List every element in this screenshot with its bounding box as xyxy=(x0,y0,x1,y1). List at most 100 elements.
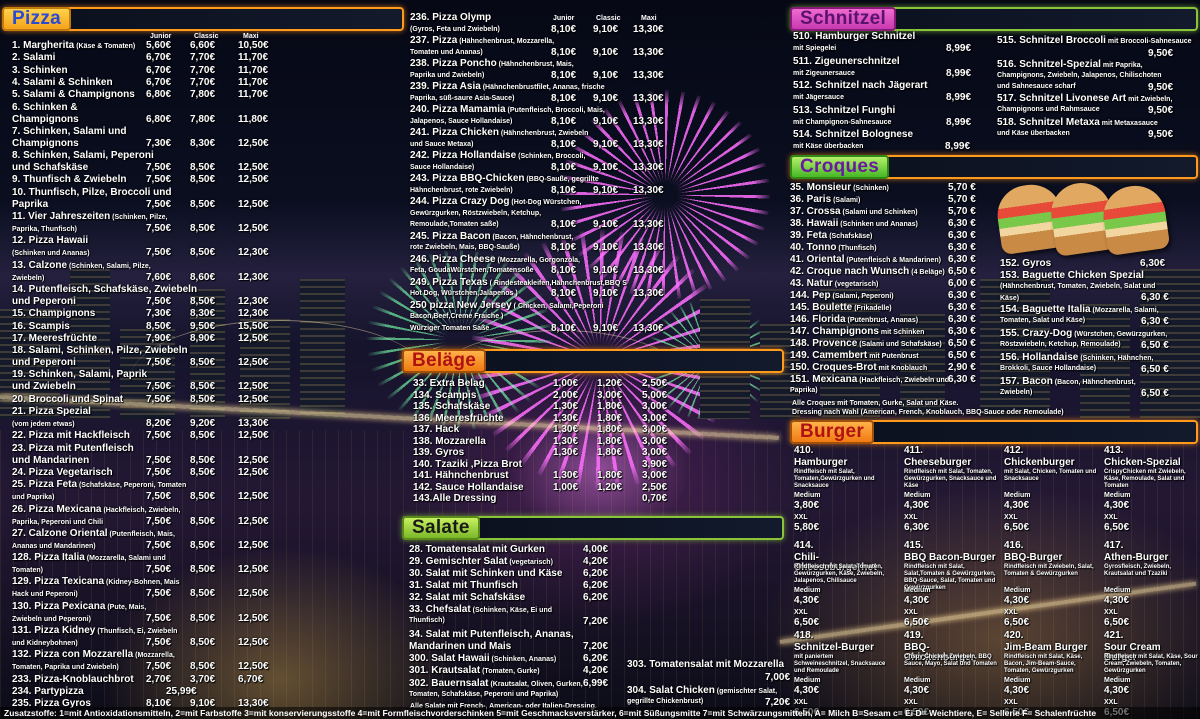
topping-name: 135. Schafskäse xyxy=(413,401,491,412)
price-junior: 7,50€ xyxy=(146,661,172,673)
menu-item-description: (Würstchen, Gewürzgurken, xyxy=(1072,331,1168,338)
price-maxi: 13,30€ xyxy=(633,161,664,173)
price-classic: 9,10€ xyxy=(593,242,619,253)
price-maxi: 12,50€ xyxy=(238,612,269,624)
price-junior: 8,10€ xyxy=(551,219,577,230)
price-maxi: 3,90€ xyxy=(642,458,668,470)
burger-name: Schnitzel-Burger xyxy=(794,642,875,653)
menu-item-name: 152. Gyros xyxy=(1000,258,1052,269)
size-header-junior: Junior xyxy=(150,33,172,40)
salad-price: 4,00€ xyxy=(583,544,609,555)
price-classic: 3,70€ xyxy=(190,673,216,685)
salad-price: 6,20€ xyxy=(583,653,609,664)
price-classic: 9,50€ xyxy=(190,320,216,332)
schnitzel-description: und Sahnesauce scharf xyxy=(997,83,1076,90)
size-label-xxl: XXL xyxy=(904,609,918,616)
burger-price-xxl: 6,50€ xyxy=(794,617,820,628)
topping-name: 137. Hack xyxy=(413,424,460,435)
menu-item-description: (Hähnchenbrust, Mozzarella, xyxy=(457,38,555,45)
burger-price-medium: 4,30€ xyxy=(1104,500,1130,511)
size-label-xxl: XXL xyxy=(794,609,808,616)
price-maxi: 13,30€ xyxy=(633,92,664,104)
menu-item-description: Hot Dog, Würstchen,Jalapenos ) xyxy=(410,290,518,297)
price-maxi: 12,50€ xyxy=(238,661,269,673)
price-junior: 2,00€ xyxy=(553,389,579,401)
menu-item-name: 17. Meeresfrüchte xyxy=(12,332,98,344)
schnitzel-price: 8,99€ xyxy=(946,116,972,128)
menu-item-description: Hähnchenbrust, rote Zwiebeln) xyxy=(410,186,513,194)
menu-item-name: 26. Pizza Mexicana (Hackfleisch, Zwiebel… xyxy=(12,503,181,515)
size-label-xxl: XXL xyxy=(1104,514,1118,521)
menu-item-description: Thunfisch) xyxy=(409,617,445,624)
burger-price-medium: 4,30€ xyxy=(794,595,820,606)
menu-item-description: Zwiebeln) xyxy=(12,274,45,282)
price-junior: 8,10€ xyxy=(551,138,577,150)
price-classic: 9,10€ xyxy=(593,46,619,58)
menu-item-description: und Sauce Metaxa) xyxy=(410,140,474,148)
price-classic: 1,80€ xyxy=(597,401,623,412)
size-label-medium: Medium xyxy=(904,587,931,594)
topping-name: 142. Sauce Hollandaise xyxy=(413,481,524,493)
price-maxi: 13,30€ xyxy=(633,322,664,334)
croques-note-2: Dressing nach Wahl (American, French, Kn… xyxy=(792,409,1064,416)
menu-item-description: (Mozzarella, Gorgonzola, xyxy=(495,256,581,264)
menu-item-name: 23. Pizza mit Putenfleisch xyxy=(12,442,134,454)
burger-name: Chicken-Spezial xyxy=(1104,457,1181,468)
price-junior: 7,50€ xyxy=(146,454,172,466)
price-classic: 7,80€ xyxy=(190,113,216,125)
schnitzel-price: 9,50€ xyxy=(1148,129,1174,140)
menu-item-name: 154. Baguette Italia (Mozzarella, Salami… xyxy=(1000,304,1159,315)
menu-item-description: mit Zwiebeln, xyxy=(1126,96,1173,103)
salad-price: 7,00€ xyxy=(765,672,791,683)
croque-price: 6,30 € xyxy=(1141,316,1169,327)
salad-price: 6,99€ xyxy=(583,678,609,689)
salad-price: 4,20€ xyxy=(583,556,609,567)
burger-number: 415. xyxy=(904,540,924,551)
burger-price-xxl: 6,50€ xyxy=(1004,617,1030,628)
topping-name: 33. Extra Belag xyxy=(413,378,485,389)
croque-price: 6,30 € xyxy=(948,230,976,241)
menu-item-description: Tomaten) xyxy=(12,567,43,575)
price-maxi: 12,50€ xyxy=(238,430,269,442)
price-maxi: 13,30€ xyxy=(633,69,664,81)
menu-item-name: 1. Margherita (Käse & Tomaten) xyxy=(12,40,136,51)
menu-item-description: Zwiebeln) xyxy=(1000,389,1033,396)
menu-item-description: Hack und Peperoni) xyxy=(12,591,78,599)
pizza-title: Pizza xyxy=(2,7,72,31)
menu-item-name: 250 pizza New Jersey ( Chicken, Salami,P… xyxy=(410,299,604,311)
menu-item-description: (Schinken) xyxy=(851,185,889,192)
price-maxi: 12,50€ xyxy=(238,198,269,210)
burger-price-xxl: 6,30€ xyxy=(904,522,930,533)
price-junior: 7,50€ xyxy=(146,162,172,174)
burger-price-medium: 4,30€ xyxy=(1104,595,1130,606)
price-junior: 1,00€ xyxy=(553,481,579,493)
price-maxi: 12,50€ xyxy=(238,515,269,527)
menu-item-description: (Putenfleisch, Broccoli, Mais, xyxy=(505,107,605,114)
price-classic: 8,50€ xyxy=(190,515,216,527)
menu-item-description: (Thunfisch, Ei, Zwiebeln xyxy=(95,628,178,635)
menu-item-name: 28. Tomatensalat mit Gurken xyxy=(409,544,545,555)
price-maxi: 12,50€ xyxy=(238,223,269,234)
menu-item-description: Feta, GoudaWürstchen,Tomatensoße xyxy=(410,267,534,274)
menu-item-name: 18. Salami, Schinken, Pilze, Zwiebeln xyxy=(12,345,188,357)
menu-item-description: Jalapenos, Sauce Hollandaise) xyxy=(410,117,513,125)
menu-item-name: 131. Pizza Kidney (Thunfisch, Ei, Zwiebe… xyxy=(12,625,178,636)
topping-name: 140. Tzaziki ,Pizza Brot xyxy=(413,458,522,470)
menu-item-description: Röstzwiebeln, Ketchup, Remoulade) xyxy=(1000,341,1121,348)
schnitzel-title: Schnitzel xyxy=(790,7,897,31)
price-junior: 7,50€ xyxy=(146,612,172,624)
price-junior: 7,50€ xyxy=(146,466,172,478)
size-label-xxl: XXL xyxy=(1104,699,1118,706)
croque-price: 2,90 € xyxy=(948,362,976,373)
menu-item-name: 150. Croques-Brot mit Knoblauch xyxy=(790,362,928,373)
menu-item-name: 238. Pizza Poncho (Hähnchenbrust, Mais, xyxy=(410,58,574,69)
croque-price: 6,30 € xyxy=(948,254,976,265)
menu-item-name: 147. Champignons mit Schinken xyxy=(790,326,925,337)
price-classic: 8,50€ xyxy=(190,223,216,234)
menu-item-name: 34. Salat mit Putenfleisch, Ananas, xyxy=(409,629,574,640)
burger-price-medium: 4,30€ xyxy=(904,685,930,696)
croque-price: 6,30 € xyxy=(948,218,976,229)
size-header-classic-2: Classic xyxy=(596,15,621,22)
menu-item-description: (Pute, Mais, xyxy=(105,603,147,611)
schnitzel-name: 510. Hamburger Schnitzel xyxy=(793,31,916,42)
